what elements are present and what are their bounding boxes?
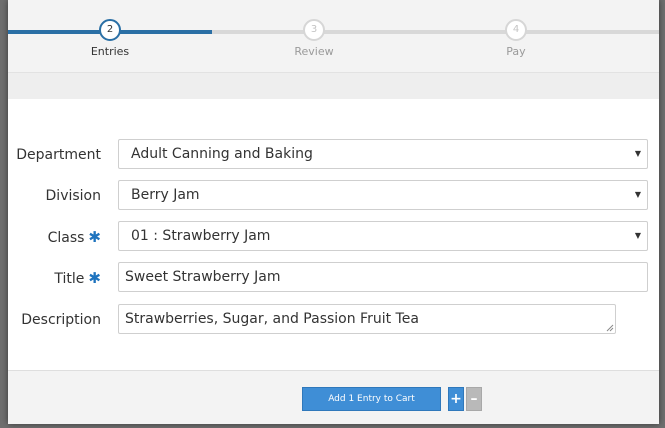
description-label: Description — [21, 312, 101, 328]
progress-tracker: 2 Entries 3 Review 4 Pay — [8, 0, 659, 72]
step-number: 4 — [505, 19, 527, 41]
add-to-cart-button[interactable]: Add 1 Entry to Cart — [302, 387, 441, 411]
department-select[interactable]: Adult Canning and Baking ▼ — [118, 139, 648, 169]
division-row: Division Berry Jam ▼ — [8, 180, 659, 212]
description-textarea[interactable]: Strawberries, Sugar, and Passion Fruit T… — [118, 304, 616, 334]
department-row: Department Adult Canning and Baking ▼ — [8, 139, 659, 171]
class-value: 01 : Strawberry Jam — [131, 228, 271, 244]
class-select[interactable]: 01 : Strawberry Jam ▼ — [118, 221, 648, 251]
required-icon: ✱ — [88, 269, 101, 287]
step-entries[interactable]: 2 Entries — [50, 19, 170, 58]
department-value: Adult Canning and Baking — [131, 146, 313, 162]
entry-wizard: 2 Entries 3 Review 4 Pay Department Adul… — [8, 0, 659, 424]
step-number: 3 — [303, 19, 325, 41]
resize-handle-icon[interactable] — [606, 324, 614, 332]
chevron-down-icon: ▼ — [634, 231, 641, 240]
title-input[interactable]: Sweet Strawberry Jam — [118, 262, 648, 292]
title-value: Sweet Strawberry Jam — [125, 269, 281, 285]
division-label: Division — [45, 188, 101, 204]
step-label: Entries — [90, 45, 130, 58]
chevron-down-icon: ▼ — [634, 149, 641, 158]
step-review[interactable]: 3 Review — [254, 19, 374, 58]
class-label: Class ✱ — [47, 228, 101, 246]
required-icon: ✱ — [88, 228, 101, 246]
form-footer: Add 1 Entry to Cart + – — [8, 370, 659, 424]
add-entry-plus-button[interactable]: + — [448, 387, 464, 411]
section-divider — [8, 72, 659, 100]
title-label: Title ✱ — [54, 269, 101, 287]
remove-entry-minus-button[interactable]: – — [466, 387, 482, 411]
description-row: Description Strawberries, Sugar, and Pas… — [8, 304, 659, 336]
division-select[interactable]: Berry Jam ▼ — [118, 180, 648, 210]
step-label: Pay — [506, 45, 526, 58]
step-number: 2 — [99, 19, 121, 41]
department-label: Department — [16, 147, 101, 163]
step-label: Review — [294, 45, 334, 58]
class-row: Class ✱ 01 : Strawberry Jam ▼ — [8, 221, 659, 253]
description-value: Strawberries, Sugar, and Passion Fruit T… — [125, 311, 419, 327]
title-row: Title ✱ Sweet Strawberry Jam — [8, 262, 659, 294]
step-pay[interactable]: 4 Pay — [456, 19, 576, 58]
entry-form: Department Adult Canning and Baking ▼ Di… — [8, 99, 659, 370]
division-value: Berry Jam — [131, 187, 200, 203]
chevron-down-icon: ▼ — [634, 190, 641, 199]
